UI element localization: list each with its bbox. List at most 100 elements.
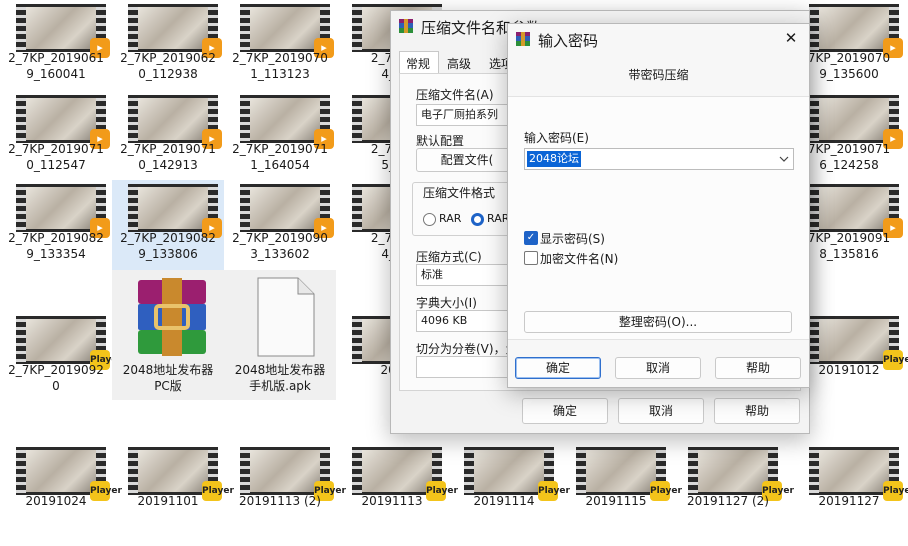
winrar-icon [399, 19, 413, 33]
video-thumbnail: Player [809, 316, 908, 370]
file-name: 2_7KP_2019070 1_113123 [232, 51, 328, 81]
format-group-label: 压缩文件格式 [423, 184, 496, 201]
file-tile[interactable]: Player 2_7KP_2019092 0 [0, 312, 122, 402]
file-name: 20191024 [25, 494, 87, 508]
password-cancel-button[interactable]: 取消 [615, 357, 701, 379]
video-thumbnail: Player [16, 447, 122, 501]
video-thumbnail: Player [16, 316, 122, 370]
password-label: 输入密码(E) [524, 131, 589, 145]
format-rar4-radio[interactable] [471, 213, 484, 226]
password-dialog-titlebar[interactable]: 输入密码 ✕ [508, 24, 809, 54]
file-tile[interactable]: Player 20191115 [560, 443, 682, 533]
dict-label: 字典大小(I) [416, 296, 477, 310]
encrypt-names-label: 加密文件名(N) [540, 252, 619, 266]
file-tile[interactable]: ▸ 2_7KP_2019082 9_133354 [0, 180, 112, 270]
video-thumbnail: ▸ [128, 4, 222, 58]
file-tile[interactable]: Player 20191113 [336, 443, 458, 533]
file-name: 2_7KP_2019092 0 [8, 363, 104, 393]
file-name: 2_7KP_2019071 0_112547 [8, 142, 104, 172]
method-label: 压缩方式(C) [416, 250, 482, 264]
file-tile[interactable]: Player 20191024 [0, 443, 122, 533]
password-dialog: 输入密码 ✕ 带密码压缩 输入密码(E) 2048论坛 ✓ 显示密码(S) 加密… [507, 23, 810, 388]
video-thumbnail: ▸ [809, 184, 903, 238]
file-tile[interactable]: ▸ 2_7KP_2019071 0_112547 [0, 91, 112, 181]
video-thumbnail: ▸ [16, 184, 110, 238]
video-thumbnail: ▸ [16, 95, 110, 149]
file-name: 20191127 [818, 494, 880, 508]
password-ok-button[interactable]: 确定 [515, 357, 601, 379]
show-password-label: 显示密码(S) [540, 232, 605, 246]
video-thumbnail: Player [128, 447, 234, 501]
file-name: 20191101 [137, 494, 199, 508]
video-thumbnail: Player [352, 447, 458, 501]
file-name: 20191127 (2) [687, 494, 769, 508]
archive-ok-button[interactable]: 确定 [522, 398, 608, 424]
file-name: 2_7KP_2019071 0_142913 [120, 142, 216, 172]
file-name: 20191113 (2) [239, 494, 321, 508]
password-dialog-title: 输入密码 [538, 32, 599, 50]
tab-general-label: 常规 [406, 57, 431, 71]
file-name: 2_7KP_2019082 9_133354 [8, 231, 104, 261]
file-tile[interactable]: Player 20191127 (2) [672, 443, 794, 533]
video-thumbnail: Player [464, 447, 570, 501]
file-tile[interactable]: Player 20191114 [448, 443, 570, 533]
file-tile[interactable]: ▸ 2_7KP_2019071 0_142913 [112, 91, 224, 181]
video-thumbnail: ▸ [128, 95, 222, 149]
file-name: 2048地址发布器 PC版 [122, 363, 214, 393]
format-rar-radio[interactable] [423, 213, 436, 226]
chevron-down-icon[interactable] [779, 156, 789, 162]
format-rar-label: RAR [439, 212, 462, 225]
file-tile[interactable]: Player 20191101 [112, 443, 234, 533]
encrypt-names-checkbox[interactable] [524, 251, 538, 265]
archive-help-button[interactable]: 帮助 [714, 398, 800, 424]
profiles-button[interactable]: 配置文件( [416, 148, 518, 172]
split-label: 切分为分卷(V)，大 [416, 342, 518, 356]
file-name: 2048地址发布器 手机版.apk [234, 363, 326, 393]
winrar-icon [516, 32, 530, 46]
archive-name-label: 压缩文件名(A) [416, 88, 494, 102]
file-name: 20191114 [473, 494, 535, 508]
file-name: 20191113 [361, 494, 423, 508]
file-tile[interactable]: 2048地址发布器 PC版 [112, 270, 224, 400]
tab-general[interactable]: 常规 [399, 51, 439, 74]
video-thumbnail: Player [240, 447, 346, 501]
video-thumbnail: ▸ [240, 4, 334, 58]
tab-advanced[interactable]: 高级 [447, 55, 471, 72]
organize-passwords-button[interactable]: 整理密码(O)... [524, 311, 792, 333]
file-tile[interactable]: Player 20191113 (2) [224, 443, 346, 533]
file-name: 2_7KP_2019090 3_133602 [232, 231, 328, 261]
video-thumbnail: ▸ [809, 95, 903, 149]
password-help-button[interactable]: 帮助 [715, 357, 801, 379]
video-thumbnail: Player [688, 447, 794, 501]
file-tile[interactable]: ▸ 2_7KP_2019061 9_160041 [0, 0, 112, 90]
file-name: 20191115 [585, 494, 647, 508]
password-dialog-subtitle: 带密码压缩 [628, 68, 689, 82]
file-name: 2_7KP_2019061 9_160041 [8, 51, 104, 81]
video-thumbnail: Player [809, 447, 908, 501]
show-password-checkbox[interactable]: ✓ [524, 231, 538, 245]
winrar-archive-icon [138, 278, 206, 356]
file-tile[interactable]: ▸ 2_7KP_2019070 1_113123 [224, 0, 336, 90]
password-value: 2048论坛 [527, 151, 581, 167]
video-thumbnail: Player [576, 447, 682, 501]
video-thumbnail: ▸ [240, 95, 334, 149]
close-icon[interactable]: ✕ [781, 29, 801, 47]
file-icon [257, 277, 315, 357]
video-thumbnail: ▸ [128, 184, 222, 238]
file-tile[interactable]: Player20191127 [793, 443, 908, 533]
file-tile[interactable]: ▸ 2_7KP_2019062 0_112938 [112, 0, 224, 90]
password-inner-panel: 输入密码(E) 2048论坛 ✓ 显示密码(S) 加密文件名(N) 整理密码(O… [508, 96, 809, 340]
file-tile[interactable]: ▸ 2_7KP_2019071 1_164054 [224, 91, 336, 181]
video-thumbnail: ▸ [809, 4, 903, 58]
archive-cancel-button[interactable]: 取消 [618, 398, 704, 424]
file-name: 2_7KP_2019071 1_164054 [232, 142, 328, 172]
file-tile[interactable]: 2048地址发布器 手机版.apk [224, 270, 336, 400]
file-tile[interactable]: ▸ 2_7KP_2019090 3_133602 [224, 180, 336, 270]
password-combobox[interactable]: 2048论坛 [524, 148, 794, 170]
video-thumbnail: ▸ [16, 4, 110, 58]
file-name: 2_7KP_2019082 9_133806 [120, 231, 216, 261]
file-name: 2_7KP_2019062 0_112938 [120, 51, 216, 81]
file-tile[interactable]: ▸ 2_7KP_2019082 9_133806 [112, 180, 224, 270]
video-thumbnail: ▸ [240, 184, 334, 238]
default-profile-label: 默认配置 [416, 134, 465, 148]
